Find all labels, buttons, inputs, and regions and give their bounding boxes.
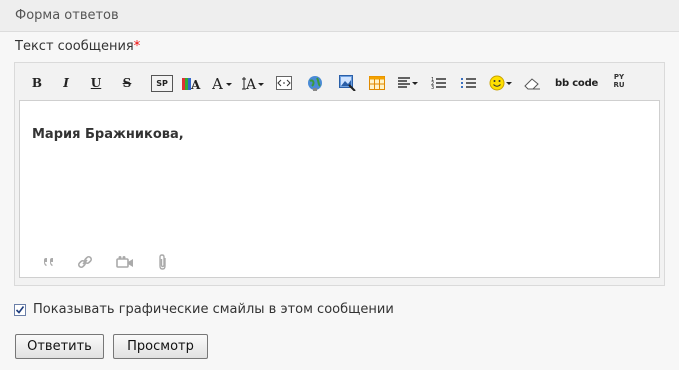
show-smiles-option: Показывать графические смайлы в этом соо… <box>14 302 394 317</box>
font-family-button[interactable]: A <box>242 74 264 92</box>
show-smiles-checkbox[interactable] <box>14 303 26 316</box>
smiley-button[interactable] <box>489 74 513 92</box>
italic-label: I <box>63 76 69 90</box>
editor: B I U S SP A A A 1 2 3 bb code PY RU Мар… <box>14 62 665 286</box>
svg-text:3: 3 <box>431 85 434 90</box>
spoiler-button[interactable]: SP <box>151 75 173 92</box>
message-label-text: Текст сообщения <box>15 39 134 54</box>
globe-link-icon <box>308 76 322 91</box>
font-size-button[interactable]: A <box>212 74 232 92</box>
editor-toolbar: B I U S SP A A A 1 2 3 bb code PY RU <box>15 63 664 101</box>
eraser-icon <box>523 78 540 90</box>
remove-format-button[interactable] <box>523 74 541 92</box>
smiley-icon <box>489 75 512 91</box>
svg-text:A: A <box>190 78 201 90</box>
strike-button[interactable]: S <box>118 74 136 92</box>
bold-label: B <box>31 76 43 90</box>
font-size-icon: A <box>212 75 232 91</box>
link-button[interactable] <box>306 74 324 92</box>
unordered-list-icon <box>461 78 476 88</box>
image-icon <box>338 75 356 91</box>
align-icon <box>398 77 418 88</box>
preview-button[interactable]: Просмотр <box>113 334 208 359</box>
image-button[interactable] <box>338 74 356 92</box>
video-icon[interactable] <box>116 253 134 271</box>
font-color-button[interactable]: A <box>182 74 202 92</box>
unordered-list-button[interactable] <box>460 74 478 92</box>
message-label: Текст сообщения* <box>15 39 140 54</box>
font-family-icon: A <box>242 77 264 91</box>
attach-icon[interactable] <box>154 253 172 271</box>
bbcode-label: bb code <box>555 77 599 89</box>
translit-top: PY <box>613 73 625 81</box>
show-smiles-label: Показывать графические смайлы в этом соо… <box>33 302 394 317</box>
form-header: Форма ответов <box>0 0 679 32</box>
quote-icon[interactable] <box>40 253 58 271</box>
link-icon[interactable] <box>76 253 94 271</box>
required-mark: * <box>133 39 141 54</box>
translit-button[interactable]: PY RU <box>610 72 628 90</box>
underline-label: U <box>90 76 102 90</box>
spoiler-label: SP <box>156 79 168 88</box>
italic-button[interactable]: I <box>57 74 75 92</box>
svg-text:A: A <box>212 75 223 91</box>
bold-button[interactable]: B <box>28 74 46 92</box>
align-button[interactable] <box>398 74 418 92</box>
preview-label: Просмотр <box>127 339 194 354</box>
code-icon <box>276 76 292 90</box>
ordered-list-button[interactable]: 1 2 3 <box>430 74 448 92</box>
checkmark-icon <box>15 305 25 314</box>
bbcode-button[interactable]: bb code <box>555 74 598 92</box>
message-content: Мария Бражникова, <box>32 127 184 142</box>
code-button[interactable] <box>275 74 293 92</box>
form-title: Форма ответов <box>15 8 119 23</box>
strike-label: S <box>122 76 132 90</box>
ordered-list-icon: 1 2 3 <box>431 77 446 90</box>
message-textarea[interactable]: Мария Бражникова, <box>19 100 660 278</box>
svg-text:A: A <box>245 77 257 91</box>
reply-label: Ответить <box>27 339 92 354</box>
reply-button[interactable]: Ответить <box>15 334 104 359</box>
translit-bottom: RU <box>613 81 625 89</box>
underline-button[interactable]: U <box>87 74 105 92</box>
table-button[interactable] <box>368 74 386 92</box>
table-icon <box>369 76 385 90</box>
font-color-icon: A <box>182 78 201 90</box>
